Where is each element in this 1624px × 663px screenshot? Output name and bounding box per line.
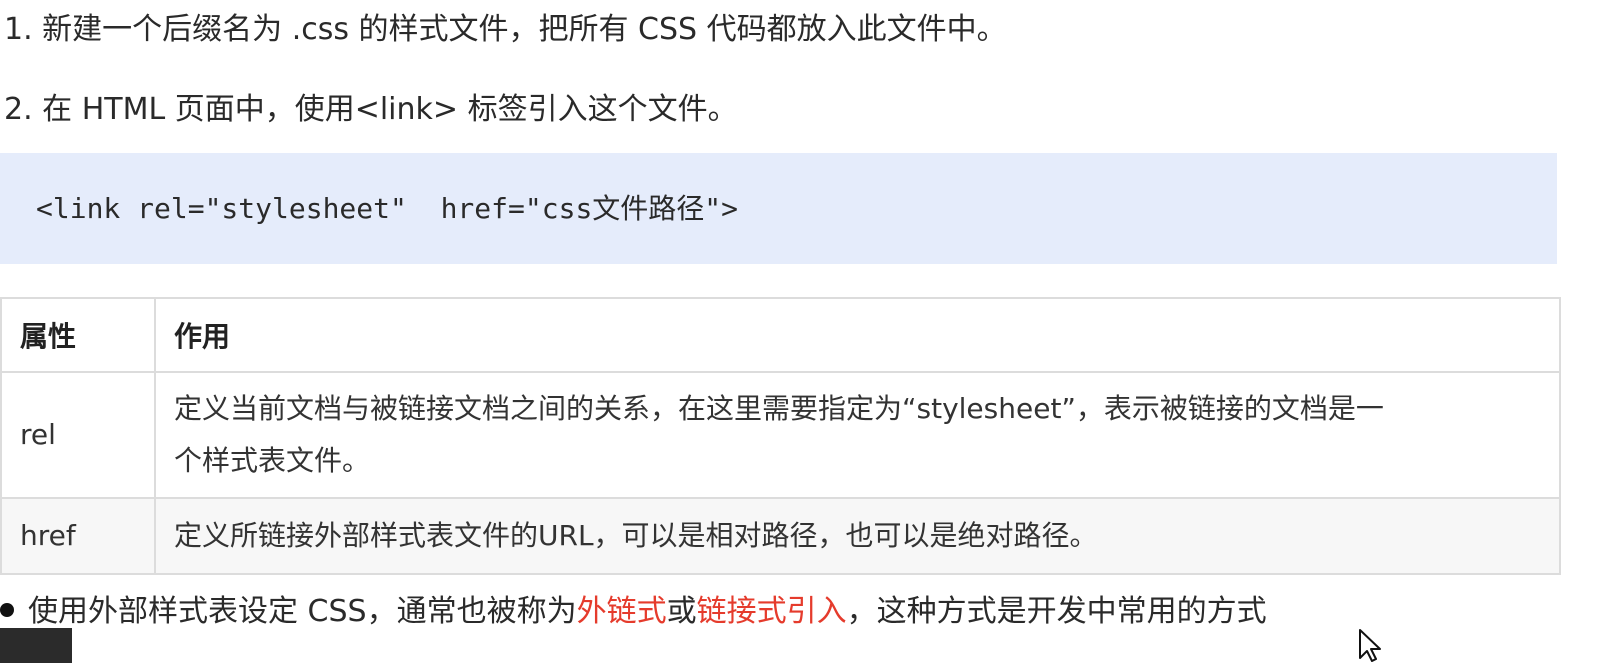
step-2-text: 2. 在 HTML 页面中，使用<link> 标签引入这个文件。 <box>4 92 738 127</box>
video-overlay-corner <box>0 628 72 663</box>
bullet-item: 使用外部样式表设定 CSS，通常也被称为外链式或链接式引入，这种方式是开发中常用… <box>0 592 1267 632</box>
bullet-suffix: ，这种方式是开发中常用的方式 <box>846 594 1267 629</box>
code-line: <link rel="stylesheet" href="css文件路径"> <box>36 192 739 225</box>
highlight-term-2: 链接式引入 <box>696 594 847 629</box>
highlight-term-1: 外链式 <box>576 594 667 629</box>
attr-cell: href <box>0 497 156 575</box>
table-row: rel 定义当前文档与被链接文档之间的关系，在这里需要指定为“styleshee… <box>0 371 1561 499</box>
attributes-table: 属性 作用 rel 定义当前文档与被链接文档之间的关系，在这里需要指定为“sty… <box>0 297 1561 575</box>
desc-line: 定义当前文档与被链接文档之间的关系，在这里需要指定为“stylesheet”，表… <box>174 392 1384 425</box>
table-row: href 定义所链接外部样式表文件的URL，可以是相对路径，也可以是绝对路径。 <box>0 497 1561 575</box>
step-1-text: 1. 新建一个后缀名为 .css 的样式文件，把所有 CSS 代码都放入此文件中… <box>4 12 1007 47</box>
header-attribute: 属性 <box>0 297 156 373</box>
header-function: 作用 <box>154 297 1561 373</box>
desc-cell: 定义当前文档与被链接文档之间的关系，在这里需要指定为“stylesheet”，表… <box>154 371 1561 499</box>
desc-cell: 定义所链接外部样式表文件的URL，可以是相对路径，也可以是绝对路径。 <box>154 497 1561 575</box>
bullet-prefix: 使用外部样式表设定 CSS，通常也被称为 <box>28 594 577 629</box>
code-block: <link rel="stylesheet" href="css文件路径"> <box>0 153 1557 264</box>
document-page: 1. 新建一个后缀名为 .css 的样式文件，把所有 CSS 代码都放入此文件中… <box>0 0 1624 663</box>
table-header-row: 属性 作用 <box>0 297 1561 373</box>
bullet-middle: 或 <box>666 594 697 629</box>
attr-cell: rel <box>0 371 156 499</box>
mouse-pointer-icon <box>1359 629 1381 662</box>
bullet-icon <box>0 602 14 617</box>
desc-line: 个样式表文件。 <box>174 444 371 477</box>
